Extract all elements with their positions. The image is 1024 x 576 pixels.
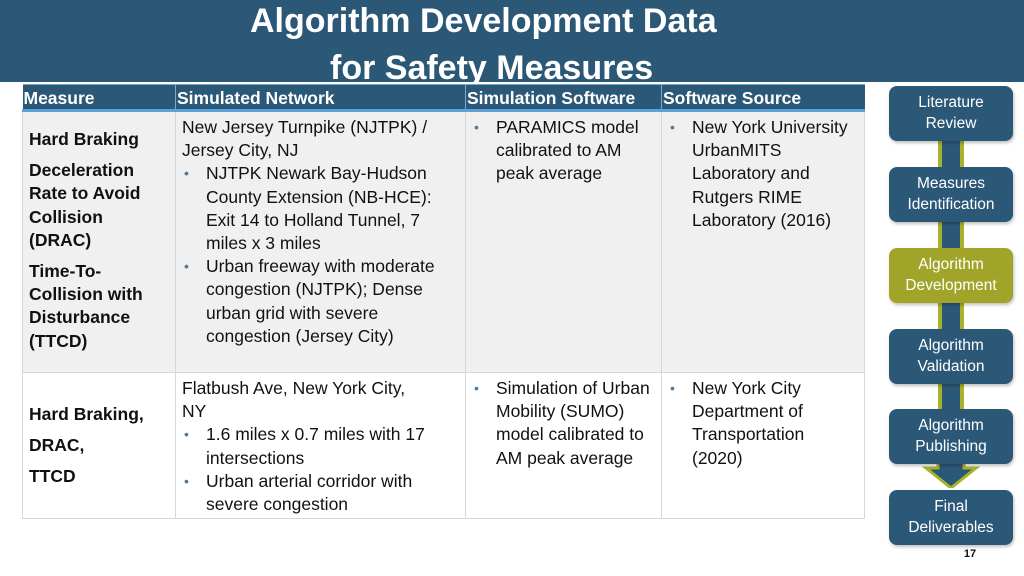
flow-step-text: Publishing <box>915 437 987 455</box>
network-bullets: NJTPK Newark Bay-Hudson County Extension… <box>182 162 459 348</box>
flow-step-text: Algorithm <box>918 417 984 434</box>
network-intro: Jersey City, NJ <box>182 140 299 161</box>
software-cell: Simulation of Urban Mobility (SUMO) mode… <box>465 372 662 519</box>
measure-text: Hard Braking <box>29 129 139 149</box>
network-cell: New Jersey Turnpike (NJTPK) / Jersey Cit… <box>175 110 466 373</box>
measure-text: (TTCD) <box>29 330 88 351</box>
network-intro: Flatbush Ave, New York City, <box>182 378 406 398</box>
software-cell: PARAMICS model calibrated to AM peak ave… <box>465 110 662 373</box>
flow-step-text: Final <box>934 498 968 515</box>
connector <box>938 383 964 411</box>
bullet-item: Simulation of Urban Mobility (SUMO) mode… <box>472 377 655 470</box>
measure-cell: Hard Braking Deceleration Rate to Avoid … <box>22 110 176 373</box>
bullet-item: PARAMICS model calibrated to AM peak ave… <box>472 116 655 186</box>
flow-step-algorithm-validation: Algorithm Validation <box>889 329 1013 384</box>
connector <box>938 140 964 168</box>
table-row: Hard Braking Deceleration Rate to Avoid … <box>22 110 865 373</box>
flow-step-text: Literature <box>918 94 984 111</box>
flow-step-text: Deliverables <box>908 518 994 536</box>
measure-text: Collision <box>29 206 103 227</box>
process-flow: Literature Review Measures Identificatio… <box>889 86 1013 546</box>
bullet-item: Urban freeway with moderate congestion (… <box>182 255 459 348</box>
bullet-item: NJTPK Newark Bay-Hudson County Extension… <box>182 162 459 255</box>
source-bullets: New York City Department of Transportati… <box>668 377 858 470</box>
flow-step-text: Development <box>905 276 997 294</box>
connector <box>938 221 964 249</box>
flow-step-measures-identification: Measures Identification <box>889 167 1013 222</box>
measure-text: TTCD <box>29 466 76 487</box>
flow-step-literature-review: Literature Review <box>889 86 1013 141</box>
flow-step-text: Algorithm <box>918 337 984 354</box>
bullet-item: New York University UrbanMITS Laboratory… <box>668 116 858 232</box>
source-cell: New York University UrbanMITS Laboratory… <box>661 110 865 373</box>
software-bullets: PARAMICS model calibrated to AM peak ave… <box>472 116 655 186</box>
connector <box>938 302 964 330</box>
header-software-source: Software Source <box>661 84 865 112</box>
measure-group: Time-To- Collision with Disturbance (TTC… <box>29 260 169 353</box>
header-measure: Measure <box>22 84 176 112</box>
flow-step-text: Validation <box>917 357 985 375</box>
source-cell: New York City Department of Transportati… <box>661 372 865 519</box>
bullet-item: New York City Department of Transportati… <box>668 377 858 470</box>
bullet-item: 1.6 miles x 0.7 miles with 17 intersecti… <box>182 423 459 469</box>
network-cell: Flatbush Ave, New York City, NY 1.6 mile… <box>175 372 466 519</box>
measure-text: Deceleration <box>29 160 135 181</box>
header-simulated-network: Simulated Network <box>175 84 466 112</box>
measure-text: Disturbance <box>29 307 131 328</box>
data-table: Measure Simulated Network Simulation Sof… <box>22 84 865 519</box>
header-simulation-software: Simulation Software <box>465 84 662 112</box>
measure-text: Rate to Avoid <box>29 183 141 204</box>
flow-step-text: Measures <box>916 175 986 192</box>
page-number: 17 <box>963 548 977 560</box>
measure-text: Collision with <box>29 284 143 305</box>
network-intro: NY <box>182 401 207 422</box>
table-row: Hard Braking, DRAC, TTCD Flatbush Ave, N… <box>22 372 865 519</box>
software-bullets: Simulation of Urban Mobility (SUMO) mode… <box>472 377 655 470</box>
flow-step-text: Identification <box>907 195 995 213</box>
flow-step-algorithm-publishing: Algorithm Publishing <box>889 409 1013 464</box>
title-line-1: Algorithm Development Data <box>250 2 717 40</box>
measure-text: Time-To- <box>29 261 102 282</box>
measure-text: DRAC, <box>29 435 85 456</box>
source-bullets: New York University UrbanMITS Laboratory… <box>668 116 858 232</box>
bullet-item: Urban arterial corridor with severe cong… <box>182 470 459 516</box>
flow-step-algorithm-development: Algorithm Development <box>889 248 1013 303</box>
flow-step-final-deliverables: Final Deliverables <box>889 490 1013 545</box>
flow-step-text: Review <box>925 114 977 132</box>
measure-group: Deceleration Rate to Avoid Collision (DR… <box>29 159 169 252</box>
measure-text: Hard Braking, <box>29 404 144 424</box>
flow-step-text: Algorithm <box>918 256 984 273</box>
network-intro: New Jersey Turnpike (NJTPK) / <box>182 117 428 137</box>
measure-group: Hard Braking <box>29 128 169 151</box>
network-bullets: 1.6 miles x 0.7 miles with 17 intersecti… <box>182 423 459 516</box>
measure-text: (DRAC) <box>29 229 92 250</box>
table-header-row: Measure Simulated Network Simulation Sof… <box>22 84 865 112</box>
measure-cell: Hard Braking, DRAC, TTCD <box>22 372 176 519</box>
